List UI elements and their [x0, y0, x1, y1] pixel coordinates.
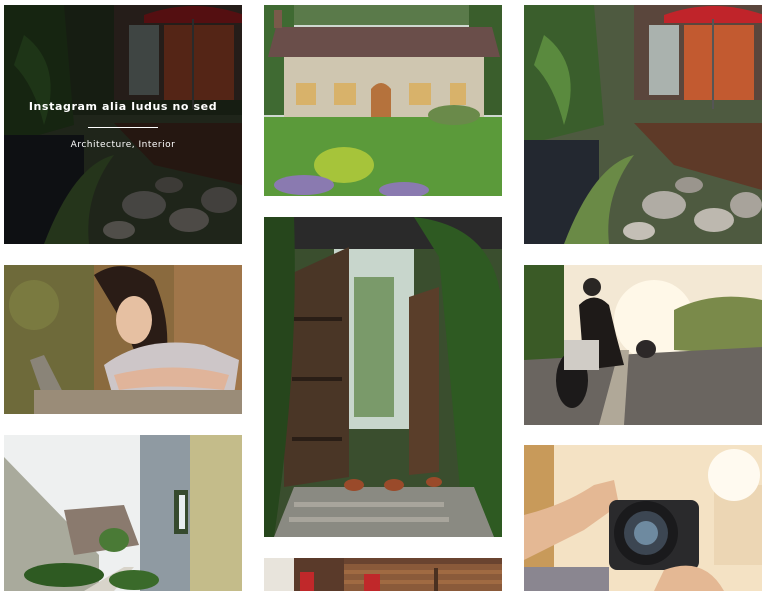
- gallery-item-categories[interactable]: Architecture, Interior: [71, 140, 176, 150]
- title-divider: [88, 126, 158, 128]
- modern-building-photo: [4, 435, 242, 591]
- hover-overlay[interactable]: Instagram alia ludus no sed Architecture…: [4, 5, 242, 244]
- gallery-item-motorcycle[interactable]: [524, 265, 762, 425]
- woman-portrait-photo: [4, 265, 242, 414]
- gallery-item-woman-portrait[interactable]: [4, 265, 242, 414]
- gallery-item-modern-building[interactable]: [4, 435, 242, 591]
- gallery-item-garden-gate[interactable]: [264, 217, 502, 537]
- motorcycle-photo: [524, 265, 762, 425]
- garden-patio-photo-2: [524, 5, 762, 244]
- gallery-item-deck[interactable]: [264, 558, 502, 591]
- gallery-item-cottage[interactable]: [264, 5, 502, 196]
- cottage-photo: [264, 5, 502, 196]
- deck-photo: [264, 558, 502, 591]
- gallery-item-photographer[interactable]: [524, 445, 762, 591]
- gallery-item-garden-patio[interactable]: Instagram alia ludus no sed Architecture…: [4, 5, 242, 244]
- gallery-item-title[interactable]: Instagram alia ludus no sed: [29, 100, 217, 113]
- gallery-item-garden-patio-2[interactable]: [524, 5, 762, 244]
- photographer-photo: [524, 445, 762, 591]
- garden-gate-photo: [264, 217, 502, 537]
